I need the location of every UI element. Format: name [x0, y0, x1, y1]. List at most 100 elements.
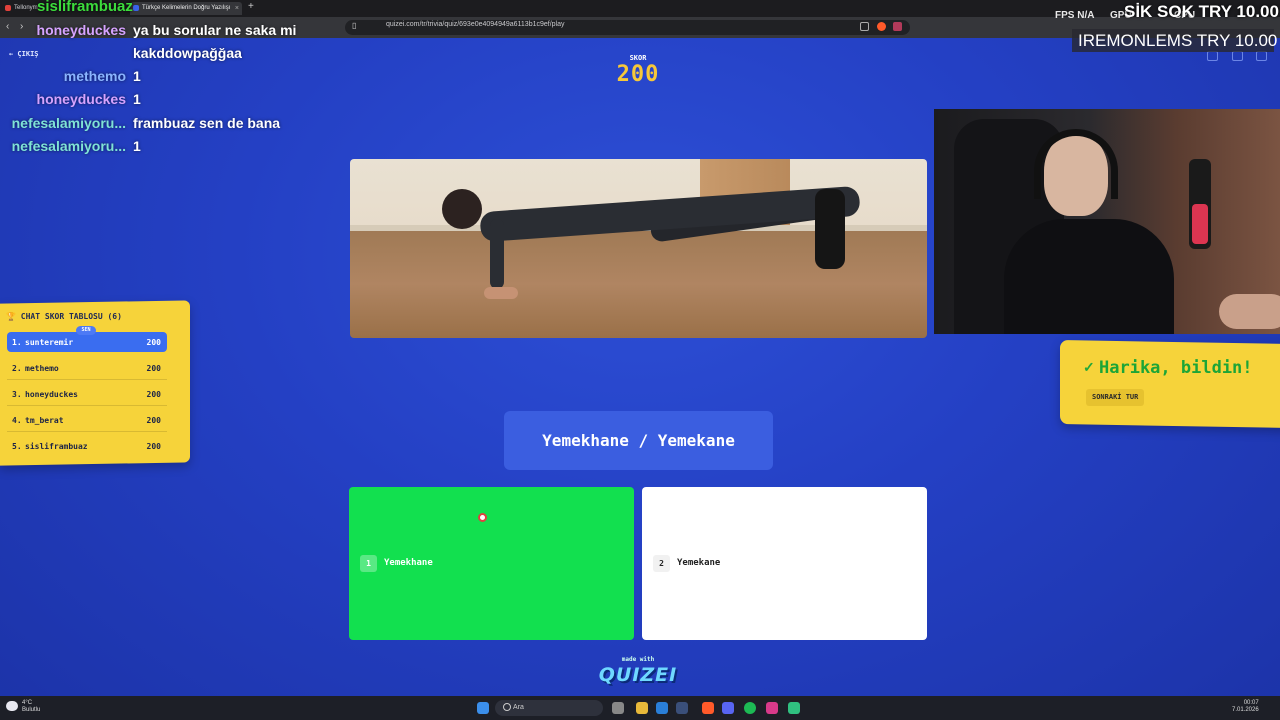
leaderboard-rank: 4. — [12, 416, 22, 425]
microphone-light-shape — [1192, 204, 1208, 244]
mouse-cursor-icon — [478, 513, 487, 522]
leaderboard-points: 200 — [146, 364, 161, 373]
quizei-logo[interactable]: QUIZEI — [596, 664, 680, 686]
headset-shape — [1034, 129, 1118, 199]
webcam-feed — [934, 109, 1280, 334]
answer-number: 1 — [360, 555, 377, 572]
mail-icon[interactable] — [656, 702, 668, 714]
weather-condition: Bulutlu — [22, 707, 41, 713]
leaderboard-row: 1. sunteremir 200 — [7, 332, 167, 352]
person-head-shape — [442, 189, 482, 229]
leaderboard-row: 3. honeyduckes 200 — [7, 384, 167, 404]
leaderboard-row: 2. methemo 200 — [7, 358, 167, 378]
steam-icon[interactable] — [676, 702, 688, 714]
result-card — [1060, 339, 1280, 429]
next-round-button[interactable]: SONRAKİ TUR — [1086, 389, 1145, 406]
back-button[interactable]: ‹ — [6, 21, 9, 32]
forward-button[interactable]: › — [20, 21, 23, 32]
donation-banner: IREMONLEMS TRY 10.00 — [1072, 29, 1277, 52]
task-view-icon[interactable] — [612, 702, 624, 714]
instagram-icon[interactable] — [766, 702, 778, 714]
taskbar-clock[interactable]: 00:07 7.01.2026 — [1232, 700, 1259, 714]
flag-icon[interactable] — [1232, 51, 1243, 61]
leaderboard-row: 5. sisliframbuaz 200 — [7, 436, 167, 456]
file-explorer-icon[interactable] — [636, 702, 648, 714]
tellonym-favicon-icon — [5, 5, 11, 11]
leaderboard-name: honeyduckes — [25, 390, 78, 399]
rewards-icon[interactable] — [893, 22, 902, 31]
divider — [7, 431, 167, 432]
trophy-icon: 🏆 — [6, 312, 16, 321]
leaderboard-rank: 3. — [12, 390, 22, 399]
spotify-icon[interactable] — [744, 702, 756, 714]
leaderboard-points: 200 — [146, 442, 161, 451]
leaderboard-name: sunteremir — [25, 338, 74, 347]
clock-date: 7.01.2026 — [1232, 707, 1259, 713]
tab-tellonym[interactable]: Tellonym — [2, 2, 38, 15]
you-badge: SEN — [76, 326, 96, 335]
chat-username: nefesalamiyoru... — [11, 115, 126, 131]
temperature: 4°C — [22, 700, 33, 706]
chat-text: 1 — [133, 68, 141, 84]
result-message: Harika, bildin! — [1099, 358, 1253, 378]
question-image — [350, 159, 927, 338]
sound-icon[interactable] — [1207, 51, 1218, 61]
exit-button[interactable]: ← ÇIKIŞ — [9, 50, 39, 58]
windows-start-icon[interactable] — [477, 702, 489, 714]
score-label: SKOR — [629, 54, 647, 62]
streamer-body-shape — [1004, 219, 1174, 334]
brave-browser-icon[interactable] — [702, 702, 714, 714]
new-tab-button[interactable]: + — [248, 1, 254, 12]
app-icon[interactable] — [788, 702, 800, 714]
close-tab-icon[interactable]: × — [235, 2, 239, 15]
person-arm-shape — [490, 219, 504, 289]
clock-time: 00:07 — [1243, 700, 1259, 706]
streamer-arm-shape — [1219, 294, 1280, 329]
cloud-icon — [6, 701, 18, 711]
leaderboard-points: 200 — [146, 338, 161, 347]
discord-icon[interactable] — [722, 702, 734, 714]
score-value: 200 — [616, 62, 660, 87]
checkmark-icon: ✓ — [1083, 359, 1095, 375]
answer-number: 2 — [653, 555, 670, 572]
weather-widget[interactable]: 4°C Bulutlu — [22, 700, 40, 714]
chat-username: honeyduckes — [36, 22, 126, 38]
made-with-label: made with — [621, 656, 655, 663]
leaderboard-rank: 1. — [12, 338, 22, 347]
fps-label: FPS — [1055, 10, 1075, 21]
chat-top-username: sisliframbuaz — [37, 0, 133, 15]
url-text[interactable]: quizei.com/tr/trivia/quiz/693e0e4094949a… — [386, 21, 565, 28]
leaderboard-title: 🏆 CHAT SKOR TABLOSU (6) — [6, 312, 122, 321]
fps-stat: FPS N/A — [1055, 10, 1094, 21]
leaderboard-rank: 2. — [12, 364, 22, 373]
fullscreen-icon[interactable] — [1256, 51, 1267, 61]
divider — [7, 405, 167, 406]
chat-text: 1 — [133, 138, 141, 154]
leaderboard-row: 4. tm_berat 200 — [7, 410, 167, 430]
chat-text: ya bu sorular ne saka mi — [133, 22, 297, 38]
tab-quiz[interactable]: Türkçe Kelimelerin Doğru Yazılışı × — [130, 2, 242, 15]
person-hand-shape — [484, 287, 518, 299]
leaderboard-name: methemo — [25, 364, 59, 373]
leaderboard-points: 200 — [146, 390, 161, 399]
fps-value: N/A — [1077, 10, 1095, 21]
brave-shield-icon[interactable] — [877, 22, 886, 31]
chat-text: 1 — [133, 91, 141, 107]
taskbar-search[interactable]: Ara — [495, 700, 603, 716]
person-shoe-shape — [815, 189, 845, 269]
answer-label: Yemekane — [677, 558, 721, 568]
chat-username: methemo — [63, 68, 126, 84]
search-icon — [503, 703, 511, 711]
leaderboard-points: 200 — [146, 416, 161, 425]
leaderboard-name: tm_berat — [25, 416, 64, 425]
chat-username: honeyduckes — [36, 91, 126, 107]
chat-text: kakddowpağğaa — [133, 45, 242, 61]
share-icon[interactable] — [860, 22, 869, 31]
answer-label: Yemekhane — [384, 558, 433, 568]
chat-username: nefesalamiyoru... — [11, 138, 126, 154]
donation-alert: SİK SOK TRY 10.00 — [1124, 2, 1279, 21]
leaderboard-rank: 5. — [12, 442, 22, 451]
leaderboard-name: sisliframbuaz — [25, 442, 88, 451]
bookmark-icon[interactable]: ▯ — [352, 21, 356, 30]
chat-text: frambuaz sen de bana — [133, 115, 281, 131]
